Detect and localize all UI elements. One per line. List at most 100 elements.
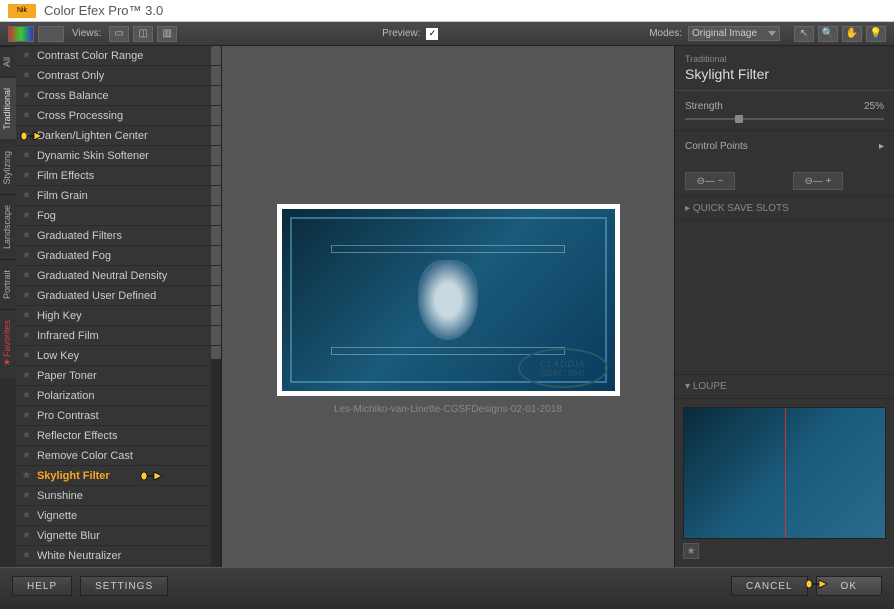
settings-button[interactable]: SETTINGS xyxy=(80,576,168,596)
star-icon[interactable]: ★ xyxy=(22,170,31,181)
star-icon[interactable]: ★ xyxy=(22,210,31,221)
light-tool-icon[interactable]: 💡 xyxy=(866,26,886,42)
filter-item[interactable]: ★Remove Color Cast xyxy=(16,446,221,466)
star-icon[interactable]: ★ xyxy=(22,490,31,501)
star-icon[interactable]: ★ xyxy=(22,70,31,81)
pointer-hand-icon xyxy=(20,127,44,145)
filter-label: Low Key xyxy=(37,350,79,362)
filter-item[interactable]: ★ Dynamic Skin Softener xyxy=(16,146,221,166)
star-icon[interactable]: ★ xyxy=(22,290,31,301)
tab-all[interactable]: All xyxy=(0,46,16,77)
star-icon[interactable]: ★ xyxy=(22,530,31,541)
star-icon[interactable]: ★ xyxy=(22,50,31,61)
filter-label: Polarization xyxy=(37,390,94,402)
tab-stylizing[interactable]: Stylizing xyxy=(0,140,16,195)
footer: HELP SETTINGS CANCEL OK xyxy=(0,567,894,609)
view-side-icon[interactable]: ▥ xyxy=(157,26,177,42)
filter-label: High Key xyxy=(37,310,82,322)
filter-category: Traditional xyxy=(685,54,884,64)
cp-remove-button[interactable]: ⊖— − xyxy=(685,172,735,190)
filter-item[interactable]: ★Graduated Neutral Density xyxy=(16,266,221,286)
filter-item[interactable]: ★Darken/Lighten Center xyxy=(16,126,221,146)
star-icon[interactable]: ★ xyxy=(22,370,31,381)
help-button[interactable]: HELP xyxy=(12,576,72,596)
tab-favorites[interactable]: ★ Favorites xyxy=(0,309,16,378)
filter-item[interactable]: ★ Low Key xyxy=(16,346,221,366)
filter-item[interactable]: ★ Polarization xyxy=(16,386,221,406)
filter-item[interactable]: ★Graduated User Defined xyxy=(16,286,221,306)
view-split-icon[interactable]: ◫ xyxy=(133,26,153,42)
loupe-image[interactable] xyxy=(683,407,886,540)
hand-tool-icon[interactable]: ✋ xyxy=(842,26,862,42)
star-icon[interactable]: ★ xyxy=(22,90,31,101)
filter-item[interactable]: ★Fog xyxy=(16,206,221,226)
tab-landscape[interactable]: Landscape xyxy=(0,194,16,259)
star-icon[interactable]: ★ xyxy=(22,450,31,461)
modes-select[interactable]: Original Image xyxy=(688,26,780,41)
star-icon[interactable]: ★ xyxy=(22,550,31,561)
view-single-icon[interactable]: ▭ xyxy=(109,26,129,42)
view-mode-color-icon[interactable] xyxy=(8,26,34,42)
filter-item[interactable]: ★Graduated Filters xyxy=(16,226,221,246)
filter-label: Contrast Color Range xyxy=(37,50,143,62)
star-icon[interactable]: ★ xyxy=(22,470,31,481)
star-icon[interactable]: ★ xyxy=(22,270,31,281)
filter-label: Skylight Filter xyxy=(37,470,110,482)
filter-label: Vignette xyxy=(37,510,77,522)
tab-portrait[interactable]: Portrait xyxy=(0,259,16,309)
filter-item[interactable]: ★Reflector Effects xyxy=(16,426,221,446)
strength-slider[interactable] xyxy=(685,118,884,120)
filter-item[interactable]: ★ High Key xyxy=(16,306,221,326)
filter-item[interactable]: ★ Cross Processing xyxy=(16,106,221,126)
modes-label: Modes: xyxy=(649,28,682,39)
star-icon[interactable]: ★ xyxy=(22,150,31,161)
cancel-button[interactable]: CANCEL xyxy=(731,576,808,596)
filter-item[interactable]: ★Contrast Only xyxy=(16,66,221,86)
strength-section: Strength 25% xyxy=(675,91,894,130)
star-icon[interactable]: ★ xyxy=(22,190,31,201)
view-mode-bw-icon[interactable] xyxy=(38,26,64,42)
star-icon[interactable]: ★ xyxy=(22,250,31,261)
star-icon[interactable]: ★ xyxy=(22,110,31,121)
preview-label: Preview: xyxy=(382,28,420,39)
filter-item[interactable]: ★Sunshine xyxy=(16,486,221,506)
filter-item[interactable]: ★Cross Balance xyxy=(16,86,221,106)
main-area: All Traditional Stylizing Landscape Port… xyxy=(0,46,894,567)
filter-item[interactable]: ★ Contrast Color Range xyxy=(16,46,221,66)
filter-item[interactable]: ★ Vignette xyxy=(16,506,221,526)
loupe-favorite-button[interactable]: ★ xyxy=(683,543,699,559)
star-icon[interactable]: ★ xyxy=(22,330,31,341)
filter-label: Dynamic Skin Softener xyxy=(37,150,149,162)
filter-item[interactable]: ★ Skylight Filter xyxy=(16,466,221,486)
filter-label: Vignette Blur xyxy=(37,530,100,542)
pointer-tool-icon[interactable]: ↖ xyxy=(794,26,814,42)
star-icon[interactable]: ★ xyxy=(22,410,31,421)
star-icon[interactable]: ★ xyxy=(22,390,31,401)
star-icon[interactable]: ★ xyxy=(22,230,31,241)
filter-item[interactable]: ★Film Grain xyxy=(16,186,221,206)
star-icon[interactable]: ★ xyxy=(22,430,31,441)
filter-item[interactable]: ★ Vignette Blur xyxy=(16,526,221,546)
cp-add-button[interactable]: ⊖— + xyxy=(793,172,843,190)
filter-item[interactable]: ★Film Effects xyxy=(16,166,221,186)
filter-item[interactable]: ★Paper Toner xyxy=(16,366,221,386)
chevron-right-icon[interactable]: ▸ xyxy=(879,141,884,152)
filter-list[interactable]: ★Contrast Color Range★Contrast Only★Cros… xyxy=(16,46,222,567)
quick-save-section[interactable]: ▸ QUICK SAVE SLOTS xyxy=(675,196,894,221)
filter-item[interactable]: ★Infrared Film xyxy=(16,326,221,346)
preview-checkbox[interactable]: ✓ xyxy=(426,28,438,40)
star-icon[interactable]: ★ xyxy=(22,350,31,361)
star-icon[interactable]: ★ xyxy=(22,310,31,321)
loupe-section-header[interactable]: ▾ LOUPE xyxy=(675,374,894,399)
star-icon[interactable]: ★ xyxy=(22,510,31,521)
filter-item[interactable]: ★Pro Contrast xyxy=(16,406,221,426)
filter-item[interactable]: ★ Graduated Fog xyxy=(16,246,221,266)
control-points-label: Control Points xyxy=(685,141,748,152)
filter-label: Cross Processing xyxy=(37,110,123,122)
filter-label: Graduated Fog xyxy=(37,250,111,262)
zoom-tool-icon[interactable]: 🔍 xyxy=(818,26,838,42)
slider-thumb[interactable] xyxy=(735,115,743,123)
ok-button[interactable]: OK xyxy=(816,576,882,596)
filter-item[interactable]: ★White Neutralizer xyxy=(16,546,221,566)
tab-traditional[interactable]: Traditional xyxy=(0,77,16,140)
